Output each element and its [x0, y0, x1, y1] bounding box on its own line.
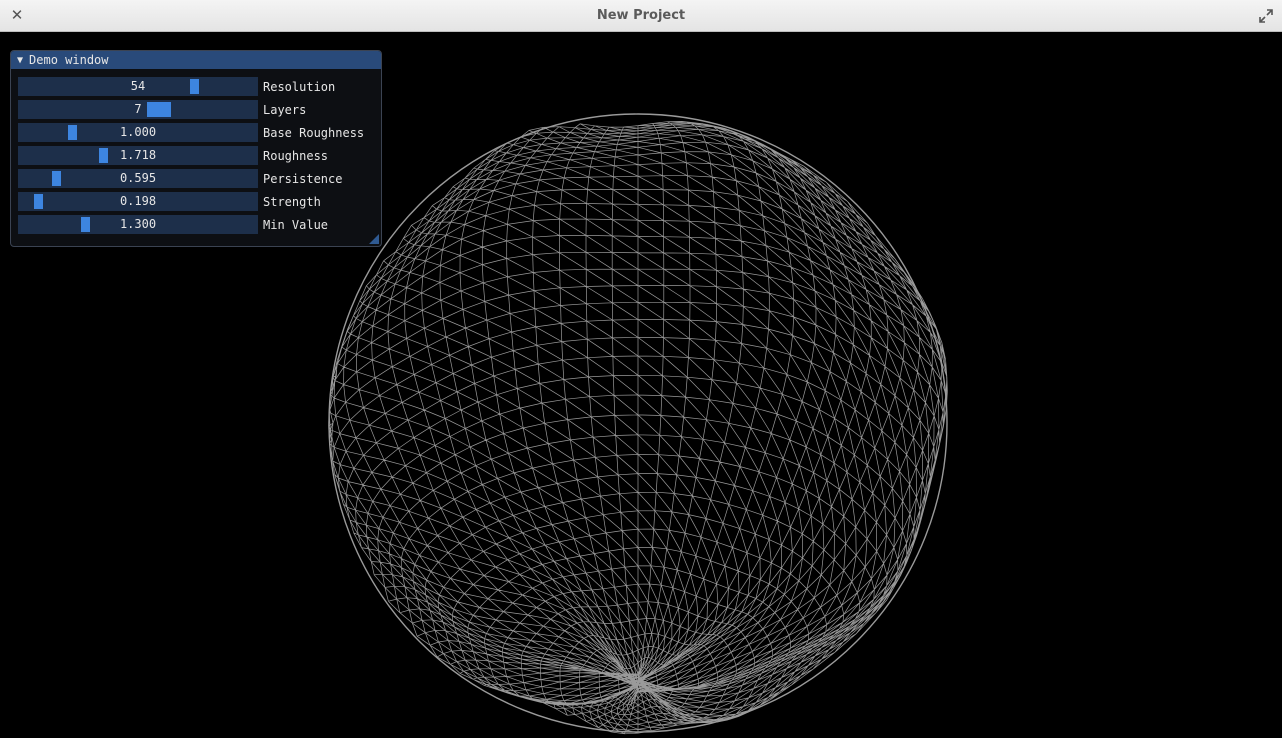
- slider-value: 1.718: [119, 148, 157, 162]
- slider-label: Min Value: [263, 217, 329, 232]
- window-titlebar: ✕ New Project: [0, 0, 1282, 32]
- maximize-icon[interactable]: [1258, 8, 1274, 24]
- slider-label: Strength: [263, 194, 321, 209]
- slider-row-base-roughness: 1.000 Base Roughness: [18, 123, 364, 142]
- collapse-arrow-icon[interactable]: ▼: [17, 55, 23, 66]
- base-roughness-slider[interactable]: 1.000: [18, 123, 258, 142]
- mesh-edges: [328, 121, 948, 735]
- min-value-slider[interactable]: 1.300: [18, 215, 258, 234]
- slider-row-strength: 0.198 Strength: [18, 192, 321, 211]
- roughness-slider[interactable]: 1.718: [18, 146, 258, 165]
- slider-row-layers: 7 Layers: [18, 100, 306, 119]
- slider-value: 0.198: [119, 194, 157, 208]
- demo-window-title: Demo window: [29, 53, 109, 67]
- slider-value: 54: [130, 79, 146, 93]
- resolution-slider[interactable]: 54: [18, 77, 258, 96]
- slider-label: Base Roughness: [263, 125, 365, 140]
- slider-value: 1.000: [119, 125, 157, 139]
- slider-value: 1.300: [119, 217, 157, 231]
- wireframe-mesh: [328, 113, 948, 735]
- slider-value: 7: [134, 102, 142, 116]
- slider-row-resolution: 54 Resolution: [18, 77, 335, 96]
- slider-label: Resolution: [263, 79, 336, 94]
- slider-row-min-value: 1.300 Min Value: [18, 215, 328, 234]
- resize-grip-icon[interactable]: [369, 234, 379, 244]
- persistence-slider[interactable]: 0.595: [18, 169, 258, 188]
- strength-slider[interactable]: 0.198: [18, 192, 258, 211]
- slider-row-roughness: 1.718 Roughness: [18, 146, 328, 165]
- demo-window-header[interactable]: ▼ Demo window: [11, 51, 381, 69]
- slider-label: Persistence: [263, 171, 343, 186]
- slider-row-persistence: 0.595 Persistence: [18, 169, 342, 188]
- slider-label: Layers: [263, 102, 307, 117]
- demo-window[interactable]: ▼ Demo window 54 Resolution 7 Layers 1.0…: [10, 50, 382, 247]
- slider-label: Roughness: [263, 148, 329, 163]
- window-title: New Project: [596, 8, 686, 23]
- layers-slider[interactable]: 7: [18, 100, 258, 119]
- slider-value: 0.595: [119, 171, 157, 185]
